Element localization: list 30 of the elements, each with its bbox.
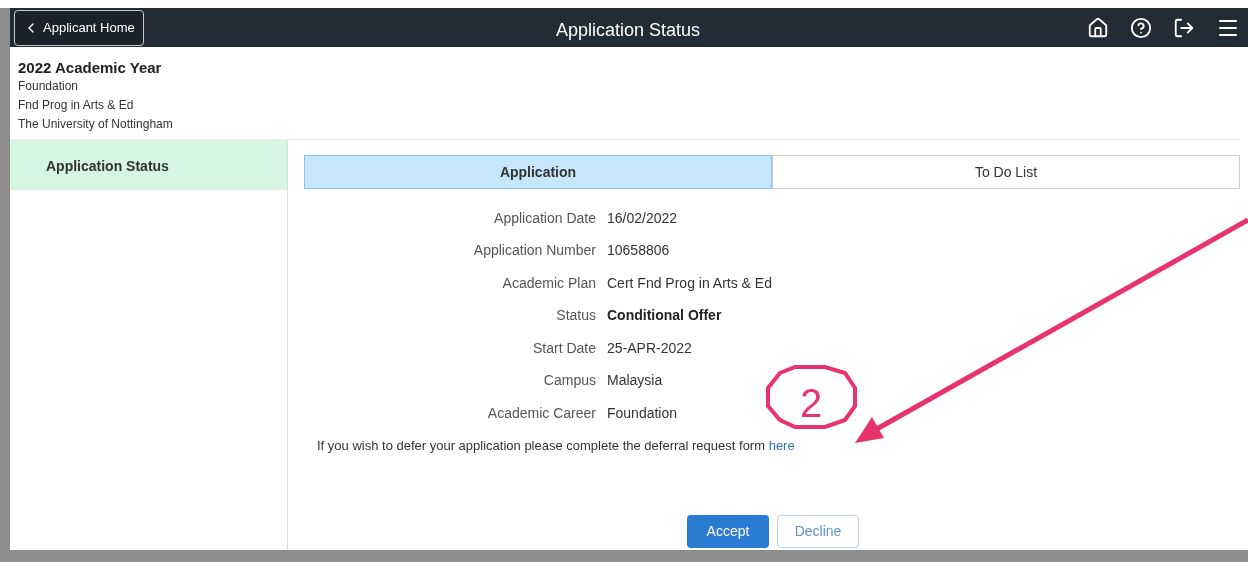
back-button[interactable]: Applicant Home [14, 9, 144, 46]
field-label: Application Date [493, 208, 597, 228]
field-value: 10658806 [607, 241, 670, 261]
field-label: Application Number [472, 241, 597, 261]
field-value: Conditional Offer [607, 306, 722, 326]
field-label: Status [555, 306, 597, 326]
tab[interactable]: Application [304, 155, 772, 189]
page-title: Application Status [556, 19, 701, 42]
field-label: Start Date [531, 338, 597, 358]
field-value: Cert Fnd Prog in Arts & Ed [607, 273, 772, 293]
field-value: 25-APR-2022 [607, 338, 692, 358]
field-label: Campus [542, 371, 597, 391]
field-label: Academic Career [486, 403, 597, 423]
context-line: Fnd Prog in Arts & Ed [18, 97, 135, 114]
context-line: Foundation [18, 78, 80, 95]
context-line: The University of Nottingham [18, 116, 174, 133]
sidebar-item[interactable]: Application Status [10, 140, 287, 190]
field-label: Academic Plan [501, 273, 597, 293]
home-icon[interactable] [1087, 16, 1109, 39]
tab[interactable]: To Do List [772, 155, 1240, 189]
field-value: Foundation [607, 403, 678, 423]
field-value: 16/02/2022 [607, 208, 678, 228]
field-value: Malaysia [607, 371, 663, 391]
academic-year: 2022 Academic Year [18, 59, 163, 77]
deferral-note: If you wish to defer your application please complete the deferral request form here [317, 436, 796, 455]
sign-out-icon[interactable] [1173, 16, 1195, 39]
accept-button[interactable]: Accept [687, 515, 769, 548]
annotation-callout: 2 [766, 365, 857, 429]
help-icon[interactable] [1130, 16, 1152, 39]
here-link[interactable]: here [768, 437, 795, 453]
